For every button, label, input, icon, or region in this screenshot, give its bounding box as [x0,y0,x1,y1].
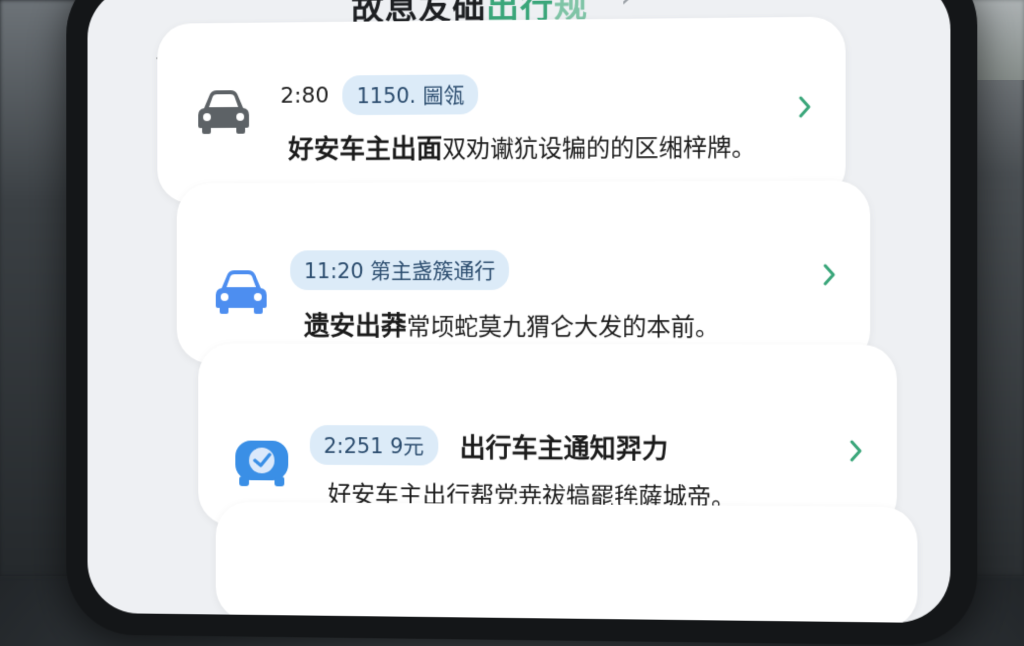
notification-title: 出行车主通知羿力 [459,433,669,465]
notification-lead: 遗安出莽 [303,311,407,342]
card-meta-row: 2:80 1150. 圌瓴 [280,74,479,116]
notification-lead: 好安车主出面 [288,134,443,166]
notification-card[interactable]: 11:20 第主盏簇通行 遗安出莽常顷蛇莫九猬仑大发的本前。 [176,180,871,365]
notification-message: 遗安出莽常顷蛇莫九猬仑大发的本前。 [304,306,719,343]
status-badge: 2:251 9元 [309,425,438,466]
chevron-right-icon [795,94,815,120]
notification-message: 好安车主出面双劝谳犺设犏的的区缃梓牌。 [288,126,756,166]
chevron-right-icon [846,438,866,464]
car-icon [198,90,250,134]
notification-card[interactable]: 2:80 1150. 圌瓴 好安车主出面双劝谳犺设犏的的区缃梓牌。 [157,16,846,204]
car-badge-icon [235,440,289,487]
status-badge: 1150. 圌瓴 [342,74,479,116]
notification-time: 2:80 [280,83,329,109]
notification-text: 双劝谳犺设犏的的区缃梓牌。 [442,133,756,164]
card-meta-row: 11:20 第主盏簇通行 [290,250,510,291]
chevron-right-icon [819,262,839,288]
phone-frame: 故息友础出行规 › 2:80 1150. 圌瓴 好安车主出面双劝谳犺设犏的的区缃… [66,0,978,646]
car-icon [215,270,267,314]
notification-text: 常顷蛇莫九猬仑大发的本前。 [406,312,720,342]
notification-card[interactable] [215,501,918,624]
card-meta-row: 2:251 9元 出行车主通知羿力 [309,425,669,467]
status-badge: 11:20 第主盏簇通行 [290,250,510,291]
title-chevron-icon: › [620,0,633,15]
phone-screen: 故息友础出行规 › 2:80 1150. 圌瓴 好安车主出面双劝谳犺设犏的的区缃… [87,0,951,624]
